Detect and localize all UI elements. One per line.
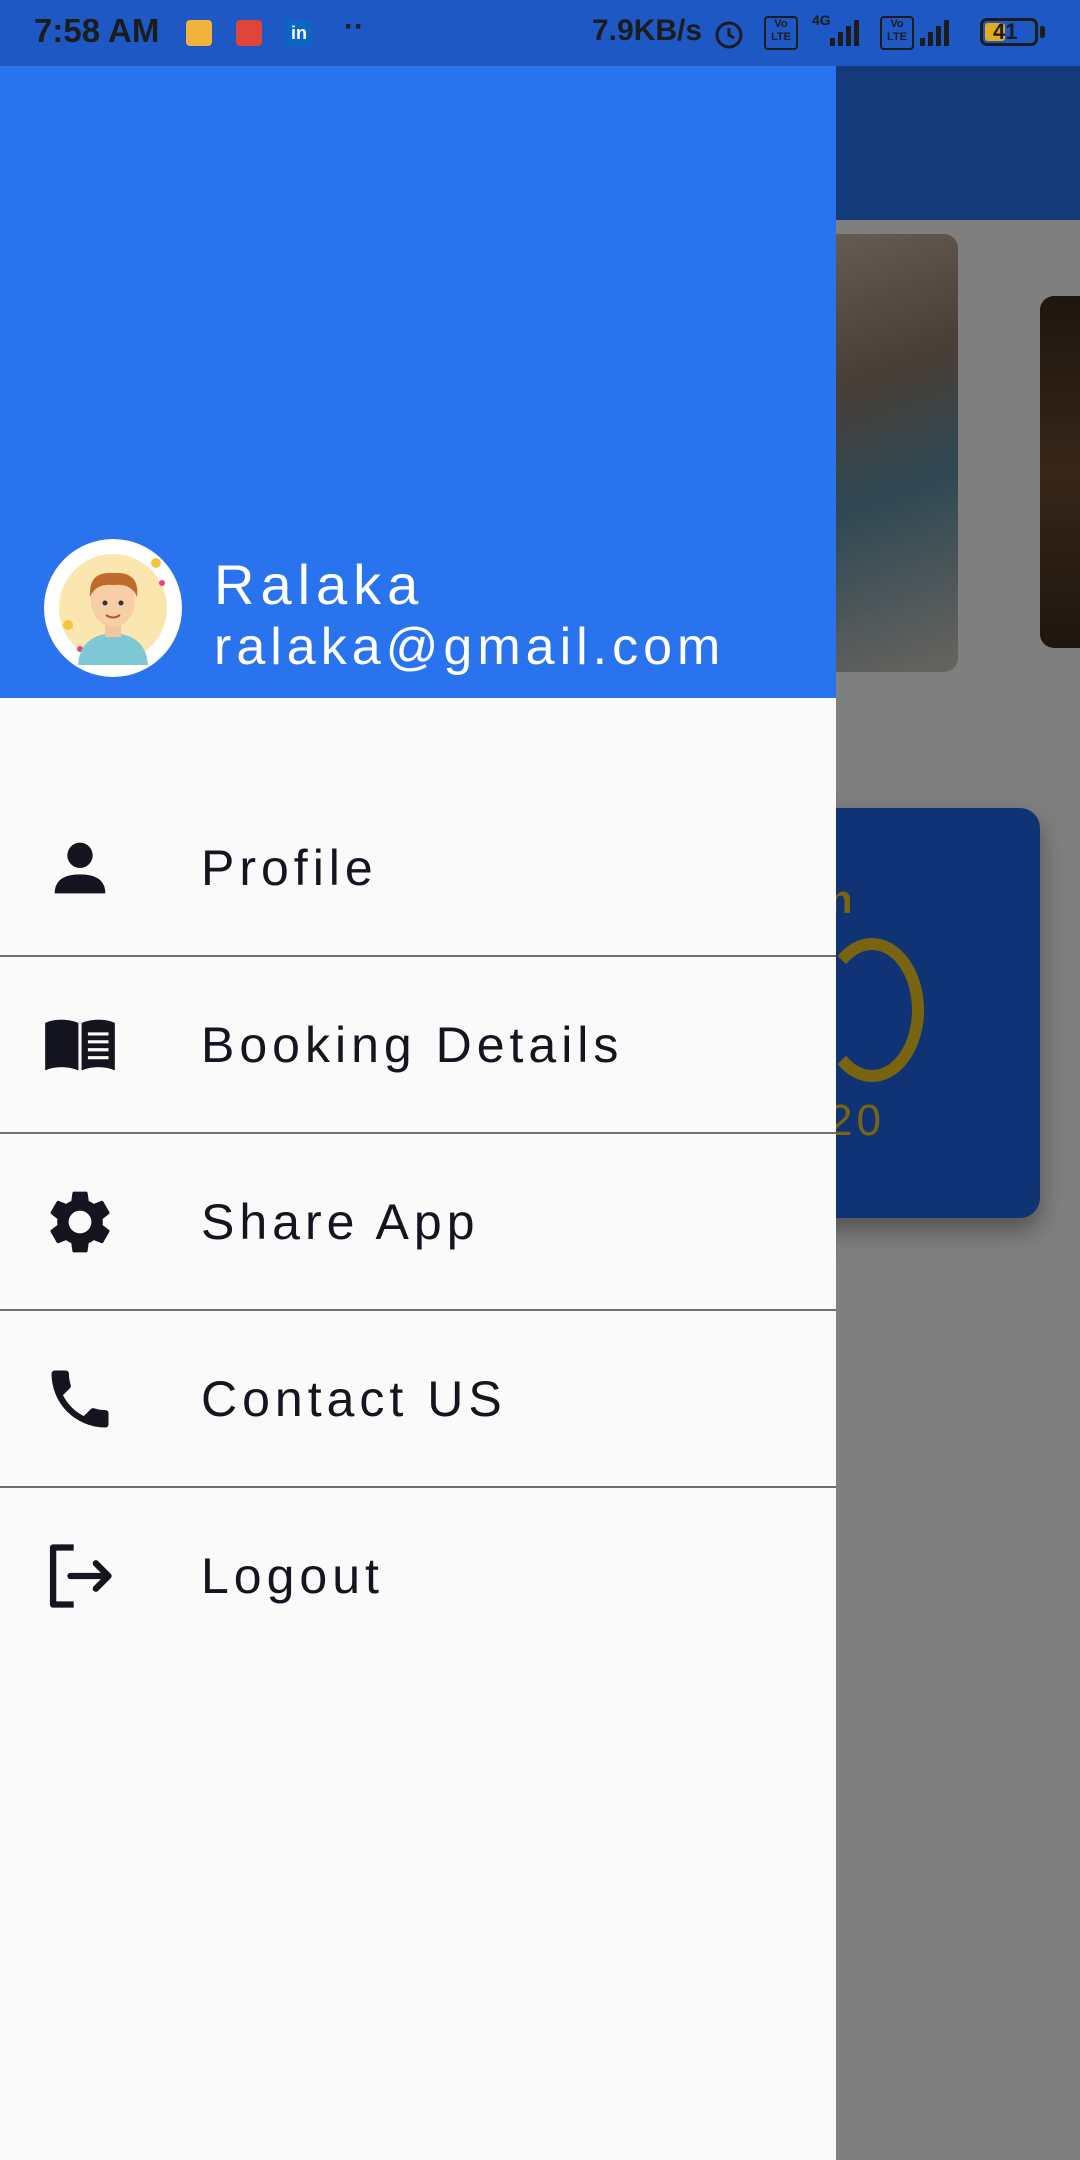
notes-icon xyxy=(186,20,212,46)
drawer-menu: Profile Booking Details Share App Contac… xyxy=(0,780,836,1663)
status-time: 7:58 AM xyxy=(34,12,160,49)
menu-item-logout[interactable]: Logout xyxy=(0,1488,836,1663)
phone-icon xyxy=(51,1370,109,1427)
drawer-header: Ralaka ralaka@gmail.com xyxy=(0,0,836,698)
signal-icon xyxy=(830,20,859,46)
menu-item-label: Share App xyxy=(201,1193,480,1250)
calendar-app-icon xyxy=(236,20,262,46)
navigation-drawer: Ralaka ralaka@gmail.com Profile Booking … xyxy=(0,0,836,2160)
person-icon xyxy=(54,842,106,893)
more-dots-icon: ·· xyxy=(344,10,364,43)
book-icon xyxy=(45,1019,115,1070)
logout-icon xyxy=(49,1543,112,1608)
status-bar: 7:58 AM in ·· 7.9KB/s Vo LTE 4G Vo LTE 41 xyxy=(0,0,1080,66)
avatar-illustration xyxy=(59,554,167,665)
user-avatar[interactable] xyxy=(44,539,182,677)
volte-icon: Vo LTE xyxy=(764,16,798,50)
menu-item-label: Profile xyxy=(201,839,378,896)
menu-item-label: Booking Details xyxy=(201,1016,624,1073)
linkedin-icon: in xyxy=(286,20,312,46)
network-speed: 7.9KB/s xyxy=(592,14,703,47)
alarm-icon xyxy=(715,21,743,49)
battery-level: 41 xyxy=(993,19,1018,44)
user-email: ralaka@gmail.com xyxy=(214,618,726,676)
menu-item-share-app[interactable]: Share App xyxy=(0,1134,836,1311)
menu-item-contact-us[interactable]: Contact US xyxy=(0,1311,836,1488)
menu-item-booking-details[interactable]: Booking Details xyxy=(0,957,836,1134)
user-name: Ralaka xyxy=(214,553,425,616)
signal-icon-2 xyxy=(920,20,949,46)
gear-icon xyxy=(50,1191,110,1252)
menu-item-label: Logout xyxy=(201,1547,384,1604)
menu-item-label: Contact US xyxy=(201,1370,507,1427)
menu-item-profile[interactable]: Profile xyxy=(0,780,836,957)
battery-icon: 41 xyxy=(980,18,1038,46)
volte-icon-2: Vo LTE xyxy=(880,16,914,50)
battery-tip xyxy=(1040,26,1045,38)
